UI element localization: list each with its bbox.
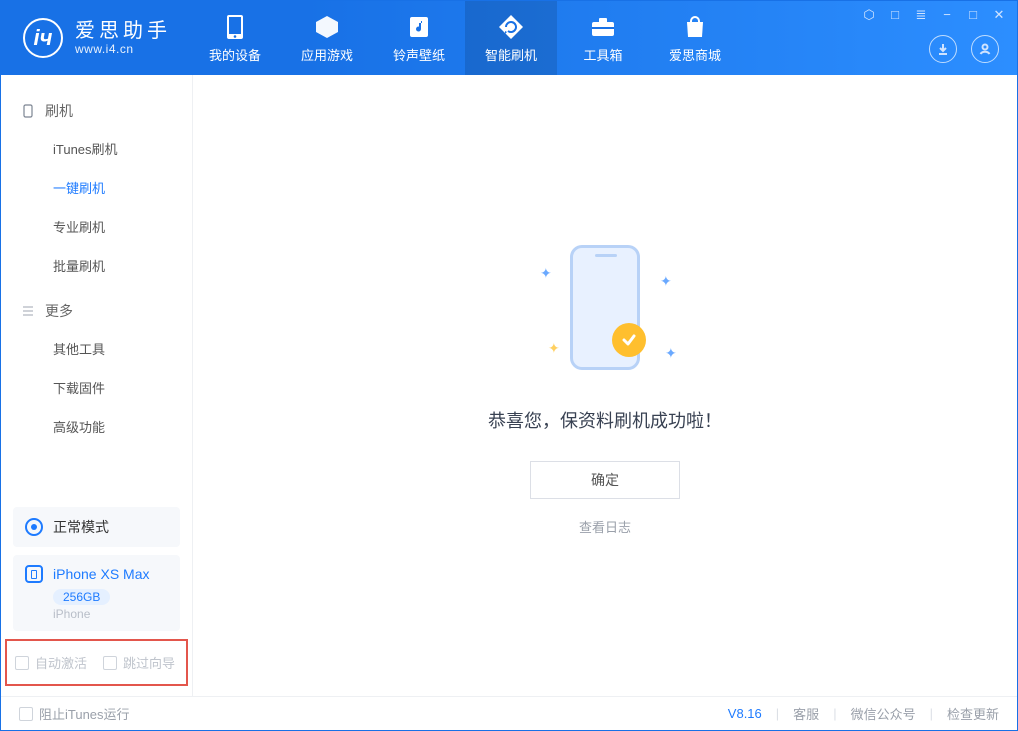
nav-flash[interactable]: 智能刷机 bbox=[465, 1, 557, 75]
main-content: ✦ ✦ ✦ ✦ 恭喜您，保资料刷机成功啦！ 确定 查看日志 bbox=[193, 75, 1017, 696]
checkbox-label: 阻止iTunes运行 bbox=[39, 704, 130, 723]
result-message: 恭喜您，保资料刷机成功啦！ bbox=[488, 407, 722, 433]
success-illustration: ✦ ✦ ✦ ✦ bbox=[510, 235, 700, 385]
separator: | bbox=[930, 706, 933, 721]
sidebar-item-download-firmware[interactable]: 下载固件 bbox=[1, 368, 192, 407]
checkbox-icon bbox=[15, 656, 29, 670]
checkbox-label: 自动激活 bbox=[35, 653, 87, 672]
sidebar-item-batch-flash[interactable]: 批量刷机 bbox=[1, 246, 192, 285]
sidebar-item-other-tools[interactable]: 其他工具 bbox=[1, 329, 192, 368]
mode-card[interactable]: 正常模式 bbox=[13, 507, 180, 547]
nav-label: 工具箱 bbox=[583, 45, 622, 64]
mode-icon bbox=[25, 518, 43, 536]
version-label: V8.16 bbox=[728, 706, 762, 721]
nav-label: 我的设备 bbox=[209, 45, 261, 64]
nav-label: 应用游戏 bbox=[301, 45, 353, 64]
statusbar: 阻止iTunes运行 V8.16 | 客服 | 微信公众号 | 检查更新 bbox=[1, 696, 1017, 730]
list-icon bbox=[21, 304, 35, 318]
sparkle-icon: ✦ bbox=[660, 273, 672, 290]
separator: | bbox=[776, 706, 779, 721]
check-update-link[interactable]: 检查更新 bbox=[947, 704, 999, 723]
refresh-icon bbox=[496, 12, 526, 42]
sidebar-group-title: 更多 bbox=[45, 301, 73, 321]
grid-icon[interactable]: □ bbox=[887, 7, 903, 23]
device-type: iPhone bbox=[53, 607, 168, 621]
sidebar-group-head: 刷机 bbox=[1, 93, 192, 129]
sidebar-item-one-click-flash[interactable]: 一键刷机 bbox=[1, 168, 192, 207]
nav-store[interactable]: 爱思商城 bbox=[649, 1, 741, 75]
result-panel: ✦ ✦ ✦ ✦ 恭喜您，保资料刷机成功啦！ 确定 查看日志 bbox=[488, 235, 722, 536]
download-button[interactable] bbox=[929, 35, 957, 63]
skin-icon[interactable]: ⬡ bbox=[861, 7, 877, 23]
nav-label: 智能刷机 bbox=[485, 45, 537, 64]
statusbar-left: 阻止iTunes运行 bbox=[19, 704, 130, 723]
checkmark-badge-icon bbox=[612, 323, 646, 357]
app-url: www.i4.cn bbox=[75, 42, 171, 56]
minimize-button[interactable]: − bbox=[939, 7, 955, 23]
header-round-buttons bbox=[929, 35, 999, 63]
checkbox-label: 跳过向导 bbox=[123, 653, 175, 672]
sidebar-group-more: 更多 其他工具 下载固件 高级功能 bbox=[1, 293, 192, 446]
maximize-button[interactable]: □ bbox=[965, 7, 981, 23]
nav-ringtones[interactable]: 铃声壁纸 bbox=[373, 1, 465, 75]
phone-outline-icon bbox=[21, 104, 35, 118]
logo-icon: iч bbox=[23, 18, 63, 58]
ok-button[interactable]: 确定 bbox=[530, 461, 680, 499]
sidebar-scroll: 刷机 iTunes刷机 一键刷机 专业刷机 批量刷机 更多 其他工具 下载固件 … bbox=[1, 75, 192, 489]
music-icon bbox=[404, 12, 434, 42]
device-outline-icon bbox=[25, 565, 43, 583]
cube-icon bbox=[312, 12, 342, 42]
sidebar: 刷机 iTunes刷机 一键刷机 专业刷机 批量刷机 更多 其他工具 下载固件 … bbox=[1, 75, 193, 696]
top-nav: 我的设备 应用游戏 铃声壁纸 智能刷机 工具箱 爱思商城 bbox=[189, 1, 741, 75]
view-log-link[interactable]: 查看日志 bbox=[579, 517, 631, 536]
sparkle-icon: ✦ bbox=[665, 345, 677, 362]
menu-icon[interactable]: ≣ bbox=[913, 7, 929, 23]
device-card[interactable]: iPhone XS Max 256GB iPhone bbox=[13, 555, 180, 631]
nav-apps-games[interactable]: 应用游戏 bbox=[281, 1, 373, 75]
nav-label: 爱思商城 bbox=[669, 45, 721, 64]
separator: | bbox=[833, 706, 836, 721]
device-capacity: 256GB bbox=[53, 589, 110, 605]
checkbox-icon bbox=[103, 656, 117, 670]
close-button[interactable]: ✕ bbox=[991, 7, 1007, 23]
app-name: 爱思助手 bbox=[75, 20, 171, 42]
wechat-link[interactable]: 微信公众号 bbox=[851, 704, 916, 723]
logo-text: 爱思助手 www.i4.cn bbox=[75, 20, 171, 56]
checkbox-icon bbox=[19, 707, 33, 721]
titlebar: iч 爱思助手 www.i4.cn 我的设备 应用游戏 铃声壁纸 智能刷机 bbox=[1, 1, 1017, 75]
skip-wizard-checkbox[interactable]: 跳过向导 bbox=[103, 653, 175, 672]
logo: iч 爱思助手 www.i4.cn bbox=[1, 1, 189, 75]
support-link[interactable]: 客服 bbox=[793, 704, 819, 723]
nav-toolbox[interactable]: 工具箱 bbox=[557, 1, 649, 75]
sparkle-icon: ✦ bbox=[540, 265, 552, 282]
nav-label: 铃声壁纸 bbox=[393, 45, 445, 64]
sidebar-item-itunes-flash[interactable]: iTunes刷机 bbox=[1, 129, 192, 168]
user-button[interactable] bbox=[971, 35, 999, 63]
nav-my-device[interactable]: 我的设备 bbox=[189, 1, 281, 75]
device-icon bbox=[220, 12, 250, 42]
sidebar-group-title: 刷机 bbox=[45, 101, 73, 121]
sidebar-item-advanced[interactable]: 高级功能 bbox=[1, 407, 192, 446]
app-window: iч 爱思助手 www.i4.cn 我的设备 应用游戏 铃声壁纸 智能刷机 bbox=[0, 0, 1018, 731]
auto-activate-checkbox[interactable]: 自动激活 bbox=[15, 653, 87, 672]
statusbar-right: V8.16 | 客服 | 微信公众号 | 检查更新 bbox=[728, 704, 999, 723]
window-controls-top: ⬡ □ ≣ − □ ✕ bbox=[861, 7, 1007, 23]
highlighted-options: 自动激活 跳过向导 bbox=[5, 639, 188, 686]
mode-label: 正常模式 bbox=[53, 517, 109, 537]
body: 刷机 iTunes刷机 一键刷机 专业刷机 批量刷机 更多 其他工具 下载固件 … bbox=[1, 75, 1017, 696]
sidebar-item-pro-flash[interactable]: 专业刷机 bbox=[1, 207, 192, 246]
sidebar-group-flash: 刷机 iTunes刷机 一键刷机 专业刷机 批量刷机 bbox=[1, 93, 192, 285]
sidebar-bottom: 正常模式 iPhone XS Max 256GB iPhone 自动激活 跳过向… bbox=[1, 489, 192, 696]
sparkle-icon: ✦ bbox=[548, 340, 560, 357]
toolbox-icon bbox=[588, 12, 618, 42]
device-name: iPhone XS Max bbox=[53, 566, 150, 582]
bag-icon bbox=[680, 12, 710, 42]
block-itunes-checkbox[interactable]: 阻止iTunes运行 bbox=[19, 704, 130, 723]
sidebar-group-head: 更多 bbox=[1, 293, 192, 329]
